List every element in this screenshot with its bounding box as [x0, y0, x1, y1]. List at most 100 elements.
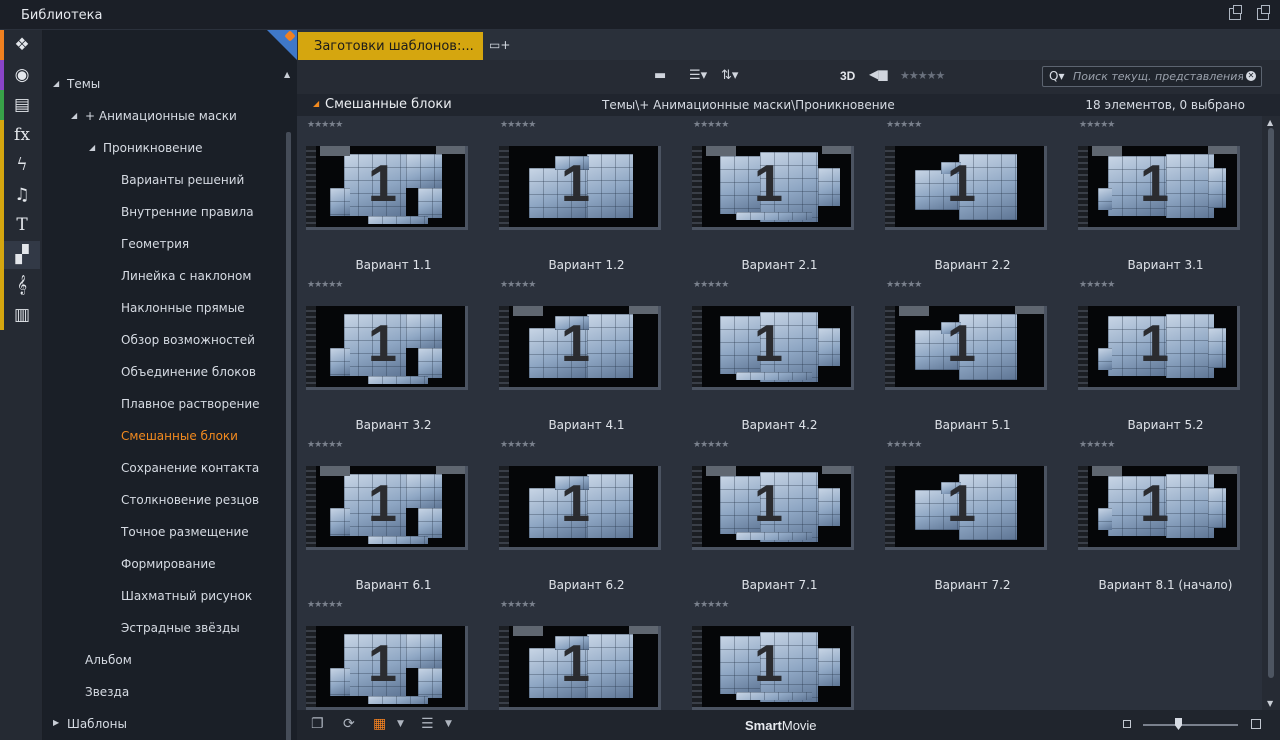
- undock-icon[interactable]: [1229, 5, 1242, 20]
- list-view-icon[interactable]: ☰▾: [689, 68, 707, 83]
- view-dropdown-icon[interactable]: ▼: [397, 719, 404, 729]
- thumbnail-view-icon[interactable]: ▦: [373, 716, 386, 732]
- asset-tile[interactable]: ★★★★★ 1: [490, 596, 683, 710]
- rating-filter[interactable]: ★★★★★: [900, 69, 945, 82]
- asset-tile[interactable]: ★★★★★ 1 Вариант 3.1: [1069, 116, 1262, 276]
- tree-node-child[interactable]: Шахматный рисунок: [121, 589, 252, 603]
- rating-stars[interactable]: ★★★★★: [1079, 120, 1115, 130]
- expand-triangle-icon[interactable]: ▶: [53, 718, 59, 727]
- tree-node-album[interactable]: Альбом: [85, 653, 132, 667]
- tree-node-child[interactable]: Столкновение резцов: [121, 493, 259, 507]
- asset-tile[interactable]: ★★★★★ 1 Вариант 5.2: [1069, 276, 1262, 436]
- tree-scrollbar[interactable]: ▲ ▼: [284, 70, 292, 740]
- tree-node-child[interactable]: Варианты решений: [121, 173, 244, 187]
- rating-stars[interactable]: ★★★★★: [693, 120, 729, 130]
- folder-icon[interactable]: ▬: [654, 68, 666, 83]
- refresh-icon[interactable]: ⟳: [343, 716, 355, 732]
- grid-scrollbar[interactable]: ▲ ▼: [1262, 116, 1280, 710]
- tree-node-star[interactable]: Звезда: [85, 685, 129, 699]
- tree-scroll-thumb[interactable]: [286, 132, 291, 740]
- search-box[interactable]: Q▾ ✕: [1042, 66, 1262, 87]
- rating-stars[interactable]: ★★★★★: [886, 120, 922, 130]
- film-reel-icon[interactable]: ◉: [4, 61, 40, 89]
- details-view-icon[interactable]: ☰: [421, 716, 434, 732]
- asset-thumbnail[interactable]: 1: [499, 306, 661, 390]
- asset-thumbnail[interactable]: 1: [306, 626, 468, 710]
- asset-tile[interactable]: ★★★★★ 1 Вариант 4.2: [683, 276, 876, 436]
- tree-node-anim-masks[interactable]: + Анимационные маски: [85, 109, 237, 123]
- copy-icon[interactable]: ❐: [311, 716, 324, 732]
- new-tab-icon[interactable]: ▭+: [489, 38, 510, 52]
- asset-tile[interactable]: ★★★★★ 1 Вариант 5.1: [876, 276, 1069, 436]
- tree-node-templates[interactable]: Шаблоны: [67, 717, 127, 731]
- scroll-down-icon[interactable]: ▼: [1267, 699, 1273, 708]
- scroll-up-icon[interactable]: ▲: [1267, 118, 1273, 127]
- asset-thumbnail[interactable]: 1: [692, 306, 854, 390]
- asset-tile[interactable]: ★★★★★ 1 Вариант 2.2: [876, 116, 1069, 276]
- asset-thumbnail[interactable]: 1: [885, 146, 1047, 230]
- asset-tile[interactable]: ★★★★★ 1 Вариант 3.2: [297, 276, 490, 436]
- tree-node-themes[interactable]: Темы: [67, 77, 100, 91]
- collapse-triangle-icon[interactable]: ◢: [53, 79, 59, 88]
- asset-thumbnail[interactable]: 1: [692, 466, 854, 550]
- rating-stars[interactable]: ★★★★★: [500, 120, 536, 130]
- asset-thumbnail[interactable]: 1: [499, 626, 661, 710]
- asset-tile[interactable]: ★★★★★ 1 Вариант 6.1: [297, 436, 490, 596]
- asset-thumbnail[interactable]: 1: [885, 466, 1047, 550]
- music-icon[interactable]: ♫: [4, 181, 40, 209]
- asset-tile[interactable]: ★★★★★ 1 Вариант 1.2: [490, 116, 683, 276]
- asset-thumbnail[interactable]: 1: [692, 626, 854, 710]
- asset-thumbnail[interactable]: 1: [1078, 306, 1240, 390]
- 3d-filter-button[interactable]: 3D: [840, 69, 855, 83]
- asset-thumbnail[interactable]: 1: [306, 466, 468, 550]
- tree-node-child[interactable]: Объединение блоков: [121, 365, 256, 379]
- asset-tile[interactable]: ★★★★★ 1 Вариант 1.1: [297, 116, 490, 276]
- scroll-up-icon[interactable]: ▲: [284, 70, 290, 79]
- tree-node-child[interactable]: Смешанные блоки: [121, 429, 238, 443]
- details-dropdown-icon[interactable]: ▼: [445, 719, 452, 729]
- asset-tile[interactable]: ★★★★★ 1 Вариант 2.1: [683, 116, 876, 276]
- asset-tile[interactable]: ★★★★★ 1: [297, 596, 490, 710]
- asset-thumbnail[interactable]: 1: [885, 306, 1047, 390]
- asset-thumbnail[interactable]: 1: [1078, 146, 1240, 230]
- piano-icon[interactable]: ▥: [4, 301, 40, 329]
- rating-stars[interactable]: ★★★★★: [693, 600, 729, 610]
- rating-stars[interactable]: ★★★★★: [307, 120, 343, 130]
- tree-node-child[interactable]: Обзор возможностей: [121, 333, 255, 347]
- rating-stars[interactable]: ★★★★★: [886, 440, 922, 450]
- rating-stars[interactable]: ★★★★★: [1079, 440, 1115, 450]
- collapse-triangle-icon[interactable]: ◢: [71, 111, 77, 120]
- asset-tile[interactable]: ★★★★★ 1 Вариант 6.2: [490, 436, 683, 596]
- zoom-slider[interactable]: [1143, 724, 1238, 726]
- fx-icon[interactable]: fx: [4, 121, 40, 149]
- rating-stars[interactable]: ★★★★★: [307, 440, 343, 450]
- rating-stars[interactable]: ★★★★★: [500, 440, 536, 450]
- rating-stars[interactable]: ★★★★★: [307, 280, 343, 290]
- sort-icon[interactable]: ⇅▾: [721, 68, 738, 83]
- rating-stars[interactable]: ★★★★★: [307, 600, 343, 610]
- small-thumb-icon[interactable]: [1123, 720, 1131, 728]
- asset-thumbnail[interactable]: 1: [499, 146, 661, 230]
- clear-search-icon[interactable]: ✕: [1246, 71, 1256, 81]
- large-thumb-icon[interactable]: [1251, 719, 1261, 729]
- search-icon[interactable]: Q▾: [1049, 69, 1064, 83]
- collapse-triangle-icon[interactable]: ◢: [313, 99, 319, 108]
- grid-scroll-thumb[interactable]: [1268, 128, 1274, 678]
- montage-icon[interactable]: ▞: [4, 241, 40, 269]
- asset-thumbnail[interactable]: 1: [306, 146, 468, 230]
- rating-stars[interactable]: ★★★★★: [693, 280, 729, 290]
- tree-node-child[interactable]: Формирование: [121, 557, 216, 571]
- asset-tile[interactable]: ★★★★★ 1: [683, 596, 876, 710]
- asset-tile[interactable]: ★★★★★ 1 Вариант 8.1 (начало): [1069, 436, 1262, 596]
- asset-thumbnail[interactable]: 1: [1078, 466, 1240, 550]
- tree-node-child[interactable]: Сохранение контакта: [121, 461, 259, 475]
- media-icon[interactable]: ❖: [4, 31, 40, 59]
- tree-node-child[interactable]: Точное размещение: [121, 525, 249, 539]
- rating-stars[interactable]: ★★★★★: [693, 440, 729, 450]
- asset-tile[interactable]: ★★★★★ 1 Вариант 7.2: [876, 436, 1069, 596]
- lightning-icon[interactable]: ϟ: [4, 151, 40, 179]
- tree-node-child[interactable]: Плавное растворение: [121, 397, 260, 411]
- rating-stars[interactable]: ★★★★★: [886, 280, 922, 290]
- smartmovie-button[interactable]: SmartMovie: [745, 718, 817, 733]
- restore-icon[interactable]: [1257, 5, 1270, 20]
